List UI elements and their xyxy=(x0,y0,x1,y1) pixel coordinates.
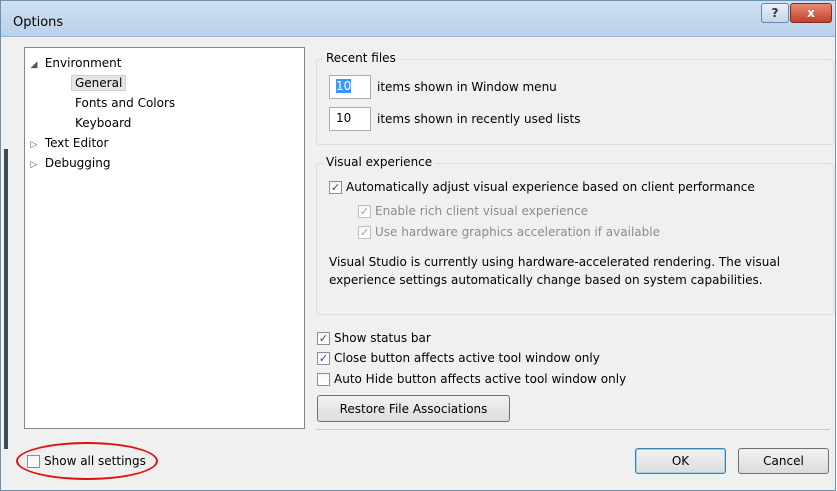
window-title: Options xyxy=(13,15,64,30)
visual-info-line-2: experience settings automatically change… xyxy=(329,273,763,287)
expand-arrow-icon[interactable]: ▷ xyxy=(27,136,41,155)
recent-files-label: Recent files xyxy=(323,51,399,65)
auto-hide-option-label: Auto Hide button affects active tool win… xyxy=(334,372,627,386)
hw-accel-label: Use hardware graphics acceleration if av… xyxy=(375,225,660,239)
rich-client-label: Enable rich client visual experience xyxy=(375,204,589,218)
left-edge-strip xyxy=(4,149,8,449)
tree-item-fonts-and-colors[interactable]: Fonts and Colors xyxy=(75,94,175,113)
footer-separator xyxy=(316,429,830,430)
close-icon: x xyxy=(807,6,815,20)
highlight-annotation xyxy=(16,442,158,480)
checkbox-checked-disabled-icon: ✓ xyxy=(358,225,371,239)
auto-adjust-label: Automatically adjust visual experience b… xyxy=(346,180,755,194)
show-status-bar-checkbox[interactable]: ✓ Show status bar xyxy=(317,331,431,345)
help-icon: ? xyxy=(771,6,779,20)
tree-item-label: Debugging xyxy=(44,156,111,170)
recent-lists-items-input[interactable]: 10 xyxy=(329,107,371,131)
rich-client-checkbox: ✓ Enable rich client visual experience xyxy=(358,204,588,218)
recent-lists-items-label: items shown in recently used lists xyxy=(377,112,581,126)
title-bar[interactable]: Options ? x xyxy=(1,1,835,37)
window-menu-items-label: items shown in Window menu xyxy=(377,80,557,94)
tree-item-general[interactable]: General xyxy=(71,74,127,93)
expand-arrow-icon[interactable]: ▷ xyxy=(27,156,41,175)
window-menu-items-value: 10 xyxy=(336,79,352,93)
auto-hide-option-checkbox[interactable]: Auto Hide button affects active tool win… xyxy=(317,372,626,386)
checkbox-checked-disabled-icon: ✓ xyxy=(358,204,371,218)
ok-button[interactable]: OK xyxy=(635,448,726,474)
tree-item-label: General xyxy=(71,75,127,91)
help-button[interactable]: ? xyxy=(761,3,789,23)
recent-lists-items-value: 10 xyxy=(336,111,352,125)
recent-files-group xyxy=(316,59,834,145)
checkbox-checked-icon[interactable]: ✓ xyxy=(317,351,330,365)
show-status-bar-label: Show status bar xyxy=(334,331,431,345)
options-dialog: Options ? x ◢ Environment General Fonts … xyxy=(0,0,836,491)
tree-item-label: Text Editor xyxy=(44,136,109,150)
close-button[interactable]: x xyxy=(790,3,832,23)
checkbox-unchecked-icon[interactable] xyxy=(317,372,330,386)
cancel-button-label: Cancel xyxy=(763,454,804,468)
tree-item-label: Environment xyxy=(44,56,122,70)
options-tree[interactable]: ◢ Environment General Fonts and Colors K… xyxy=(24,47,305,429)
ok-button-label: OK xyxy=(671,454,690,468)
tree-item-label: Fonts and Colors xyxy=(75,96,176,110)
hw-accel-checkbox: ✓ Use hardware graphics acceleration if … xyxy=(358,225,660,239)
checkbox-checked-icon[interactable]: ✓ xyxy=(329,180,342,194)
auto-adjust-checkbox[interactable]: ✓ Automatically adjust visual experience… xyxy=(329,180,755,194)
tree-item-debugging[interactable]: ▷ Debugging xyxy=(27,154,111,175)
restore-file-associations-button[interactable]: Restore File Associations xyxy=(317,395,510,422)
cancel-button[interactable]: Cancel xyxy=(738,448,829,474)
checkbox-checked-icon[interactable]: ✓ xyxy=(317,331,330,345)
visual-experience-label: Visual experience xyxy=(323,155,436,169)
tree-item-keyboard[interactable]: Keyboard xyxy=(75,114,131,133)
restore-button-label: Restore File Associations xyxy=(339,401,488,416)
visual-info-line-1: Visual Studio is currently using hardwar… xyxy=(329,255,781,269)
close-button-option-checkbox[interactable]: ✓ Close button affects active tool windo… xyxy=(317,351,600,365)
tree-item-environment[interactable]: ◢ Environment xyxy=(27,54,122,75)
tree-item-text-editor[interactable]: ▷ Text Editor xyxy=(27,134,109,155)
close-button-option-label: Close button affects active tool window … xyxy=(334,351,600,365)
collapse-arrow-icon[interactable]: ◢ xyxy=(27,56,41,75)
tree-item-label: Keyboard xyxy=(75,116,132,130)
window-menu-items-input[interactable]: 10 xyxy=(329,75,371,99)
